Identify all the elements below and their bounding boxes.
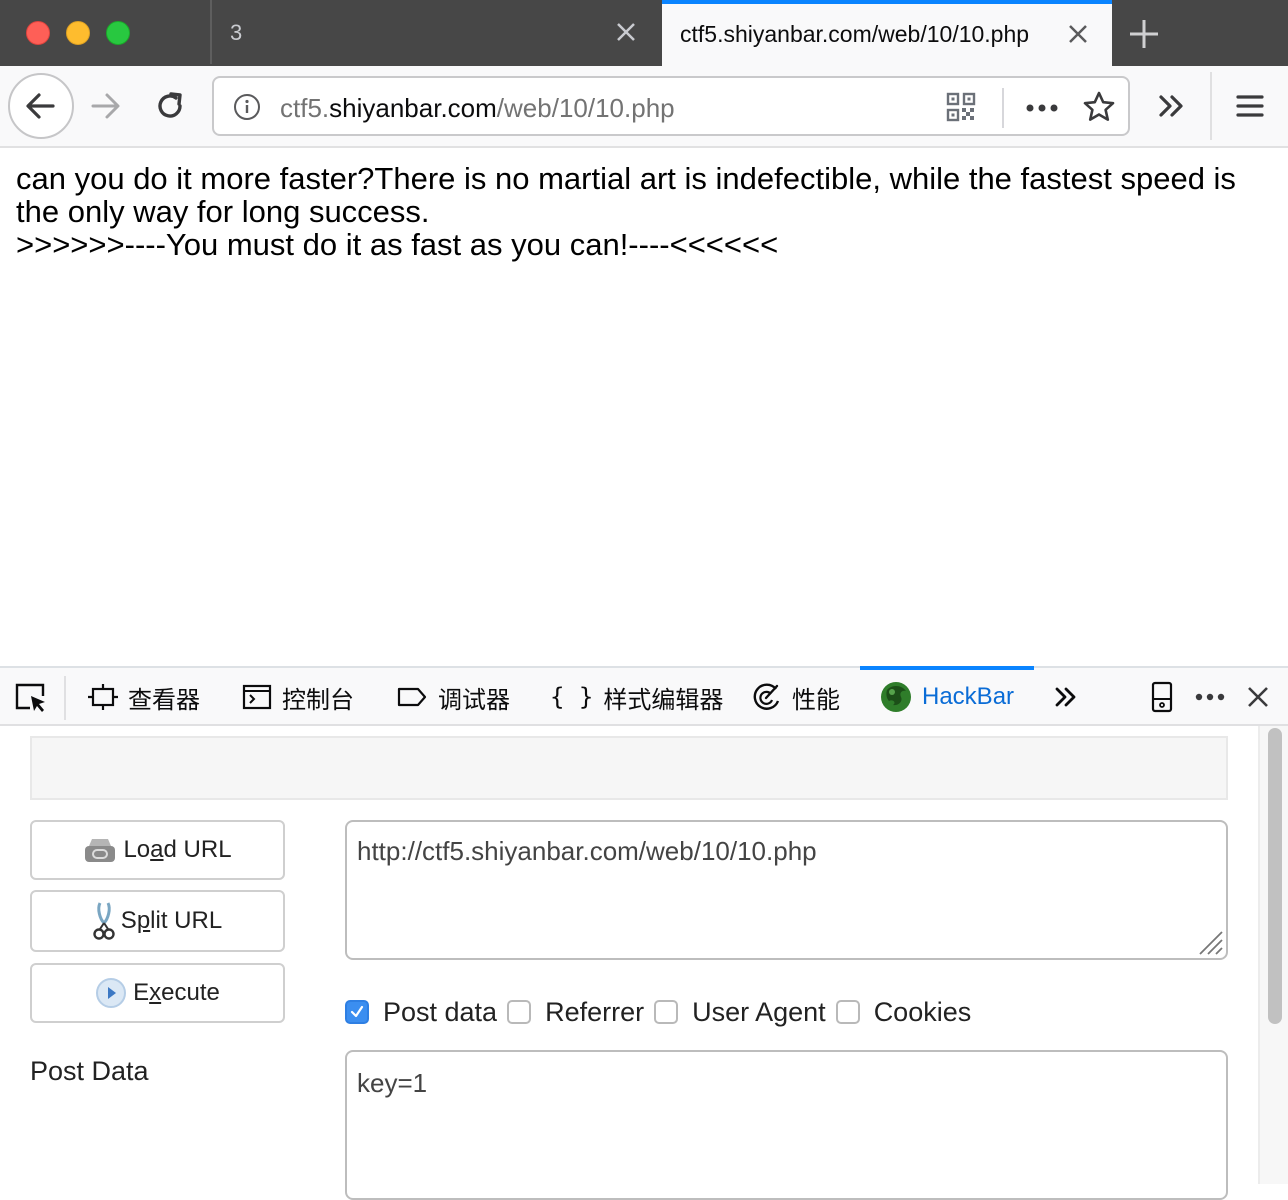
hackbar-icon	[881, 682, 911, 712]
reload-button[interactable]	[148, 84, 192, 128]
devtools-close-button[interactable]	[1242, 681, 1274, 713]
hackbar-panel: Load URL Split URL Execute http://ctf5.s…	[0, 726, 1288, 1200]
more-dots-icon	[1195, 693, 1225, 701]
scrollbar-thumb[interactable]	[1268, 728, 1282, 1024]
url-separator	[1002, 88, 1004, 128]
responsive-design-button[interactable]	[1146, 681, 1178, 713]
console-icon	[242, 684, 272, 710]
page-text: can you do it more faster?There is no ma…	[16, 162, 1276, 261]
page-hint: >>>>>>----You must do it as fast as you …	[16, 227, 779, 262]
hackbar-options: Post data Referrer User Agent Cookies	[345, 994, 981, 1030]
page-message: can you do it more faster?There is no ma…	[16, 161, 1236, 229]
url-prefix: ctf5.	[280, 93, 330, 123]
tab-inspector[interactable]: 查看器	[88, 668, 200, 726]
devtools-options-button[interactable]	[1194, 681, 1226, 713]
post-data-checkbox[interactable]	[345, 1000, 369, 1024]
execute-button[interactable]: Execute	[30, 963, 285, 1023]
style-editor-icon: { }	[550, 683, 594, 711]
split-url-button[interactable]: Split URL	[30, 890, 285, 952]
reload-icon	[158, 92, 182, 118]
tab-label: 性能	[792, 686, 840, 714]
url-path: /web/10/10.php	[496, 93, 675, 123]
tab-title: ctf5.shiyanbar.com/web/10/10.php	[680, 21, 1030, 47]
star-icon[interactable]	[1082, 90, 1116, 124]
tab-strip: 3 ctf5.shiyanbar.com/web/10/10.php	[0, 0, 1288, 66]
close-icon[interactable]	[1064, 20, 1092, 48]
back-button[interactable]	[8, 73, 74, 139]
hackbar-scrollbar[interactable]	[1258, 726, 1288, 1184]
load-url-icon	[85, 839, 116, 862]
new-tab-plus-icon[interactable]	[1126, 16, 1162, 52]
post-data-label: Post Data	[30, 1056, 149, 1086]
post-data-option-label[interactable]: Post data	[383, 997, 497, 1028]
tab-label: 样式编辑器	[603, 686, 724, 714]
debugger-icon	[397, 687, 427, 707]
window-minimize-button[interactable]	[66, 21, 90, 45]
devtools-toolbar: 查看器 控制台 调试器 { } 样式编辑器 性能 HackBar	[0, 666, 1288, 726]
devtools-separator	[64, 676, 66, 720]
cookies-checkbox[interactable]	[835, 1000, 860, 1024]
close-icon	[1248, 687, 1268, 707]
active-tab-indicator	[662, 0, 1112, 4]
tab-console[interactable]: 控制台	[242, 668, 354, 726]
device-icon	[1151, 681, 1173, 713]
tab-label: 查看器	[128, 686, 200, 714]
execute-label: Execute	[133, 979, 220, 1006]
qr-code-icon[interactable]	[946, 92, 976, 122]
post-data-textarea[interactable]: key=1	[345, 1050, 1228, 1200]
arrow-left-icon	[26, 93, 55, 119]
load-url-button[interactable]: Load URL	[30, 820, 285, 880]
element-picker-icon[interactable]	[14, 682, 48, 714]
tab-performance[interactable]: 性能	[750, 668, 840, 726]
checkmark-icon	[350, 1005, 364, 1018]
url-host: shiyanbar.com	[329, 93, 497, 123]
tab-active[interactable]: ctf5.shiyanbar.com/web/10/10.php	[662, 0, 1112, 66]
url-text[interactable]: ctf5.shiyanbar.com/web/10/10.php	[280, 93, 675, 124]
navigation-toolbar: ctf5.shiyanbar.com/web/10/10.php	[0, 66, 1288, 148]
double-chevron-icon	[1159, 95, 1183, 117]
referrer-option-label[interactable]: Referrer	[545, 997, 644, 1028]
tab-label: 控制台	[282, 686, 354, 714]
cookies-option-label[interactable]: Cookies	[874, 997, 972, 1028]
more-dots-icon[interactable]	[1024, 94, 1060, 122]
hamburger-icon	[1236, 95, 1264, 117]
page-content: can you do it more faster?There is no ma…	[0, 150, 1288, 666]
resize-handle-icon[interactable]	[1198, 928, 1224, 956]
tab-hackbar[interactable]: HackBar	[860, 666, 1035, 726]
more-tools-button[interactable]	[1050, 681, 1082, 713]
split-url-label: Split URL	[120, 907, 223, 934]
url-textarea[interactable]: http://ctf5.shiyanbar.com/web/10/10.php	[345, 820, 1228, 960]
user-agent-option-label[interactable]: User Agent	[692, 997, 826, 1028]
url-bar[interactable]: ctf5.shiyanbar.com/web/10/10.php	[212, 76, 1130, 136]
referrer-checkbox[interactable]	[507, 1000, 532, 1024]
load-url-label: Load URL	[123, 836, 232, 863]
window-zoom-button[interactable]	[106, 21, 130, 45]
active-tab-indicator	[860, 666, 1035, 670]
toolbar-separator	[1210, 72, 1212, 140]
inspector-icon	[88, 684, 118, 710]
hackbar-toolbar-strip	[30, 736, 1228, 800]
overflow-button[interactable]	[1152, 86, 1192, 126]
double-chevron-icon	[1055, 687, 1076, 707]
tab-style-editor[interactable]: { } 样式编辑器	[550, 668, 723, 726]
scissors-icon	[93, 902, 115, 940]
menu-button[interactable]	[1230, 86, 1270, 126]
tab-debugger[interactable]: 调试器	[396, 668, 510, 726]
performance-icon	[753, 683, 780, 710]
play-icon	[96, 978, 127, 1008]
tab-inactive[interactable]: 3	[212, 0, 660, 64]
user-agent-checkbox[interactable]	[654, 1000, 679, 1024]
info-icon[interactable]	[232, 92, 262, 122]
arrow-right-icon	[91, 93, 120, 119]
tab-title: 3	[230, 20, 243, 45]
forward-button[interactable]	[84, 84, 128, 128]
tab-label: 调试器	[438, 686, 510, 714]
tab-label: HackBar	[922, 683, 1015, 710]
window-close-button[interactable]	[26, 21, 50, 45]
close-icon[interactable]	[612, 18, 640, 46]
